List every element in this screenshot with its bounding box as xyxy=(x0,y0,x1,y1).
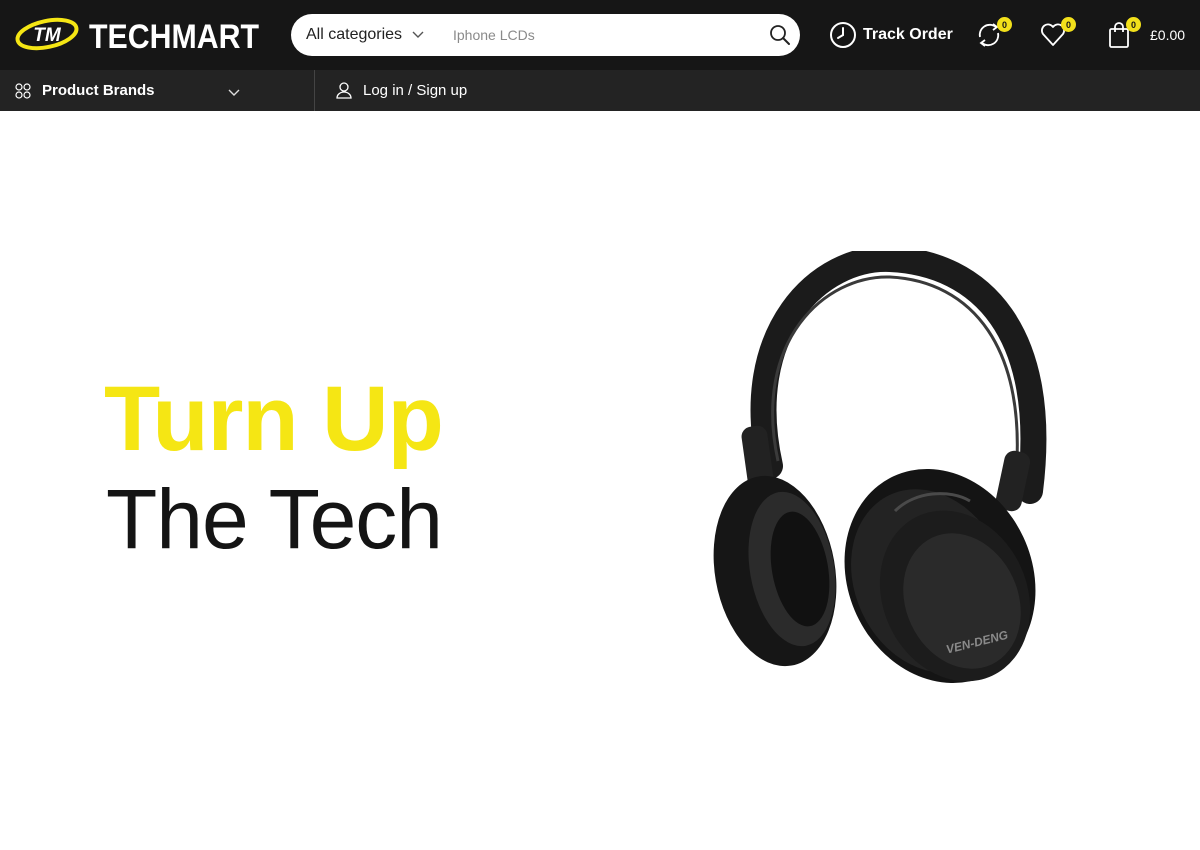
user-icon xyxy=(336,82,352,99)
search-button[interactable] xyxy=(768,23,792,47)
login-signup-label: Log in / Sign up xyxy=(363,82,468,99)
search-bar: All categories xyxy=(291,14,800,56)
cart-button[interactable]: 0 £0.00 xyxy=(1104,17,1194,50)
product-brands-label: Product Brands xyxy=(42,82,155,99)
wishlist-count-badge: 0 xyxy=(1061,17,1076,32)
product-brands-dropdown[interactable]: Product Brands xyxy=(0,70,315,111)
nav-bar: Product Brands Log in / Sign up xyxy=(0,70,1200,111)
search-input[interactable] xyxy=(453,20,753,50)
cart-total: £0.00 xyxy=(1150,27,1186,43)
logo-name: TECHMART xyxy=(89,18,259,56)
category-select-label: All categories xyxy=(306,26,403,43)
clock-icon xyxy=(830,22,856,48)
search-icon xyxy=(770,25,790,45)
logo-graphic: TM TECHMART xyxy=(15,17,259,56)
compare-button[interactable]: 0 xyxy=(974,17,1012,50)
compare-count-badge: 0 xyxy=(997,17,1012,32)
techmart-logo[interactable]: TM TECHMART xyxy=(14,10,264,60)
grid-circles-icon xyxy=(15,82,31,99)
hero-subheadline: The Tech xyxy=(106,472,443,566)
track-order-link[interactable]: Track Order xyxy=(829,20,953,50)
headphones-image: VEN-DENG xyxy=(700,245,1070,701)
wishlist-button[interactable]: 0 xyxy=(1038,17,1076,50)
track-order-label: Track Order xyxy=(863,26,953,43)
chevron-down-icon xyxy=(228,84,240,102)
logo-mark: TM xyxy=(33,25,62,46)
cart-count-badge: 0 xyxy=(1126,17,1141,32)
hero-headline: Turn Up xyxy=(104,368,444,470)
chevron-down-icon xyxy=(412,31,424,39)
hero-banner: Turn Up The Tech VEN-DENG xyxy=(0,111,1200,850)
login-signup-link[interactable]: Log in / Sign up xyxy=(336,70,467,111)
top-header: TM TECHMART All categories Track Order xyxy=(0,0,1200,70)
category-select[interactable]: All categories xyxy=(306,14,424,56)
